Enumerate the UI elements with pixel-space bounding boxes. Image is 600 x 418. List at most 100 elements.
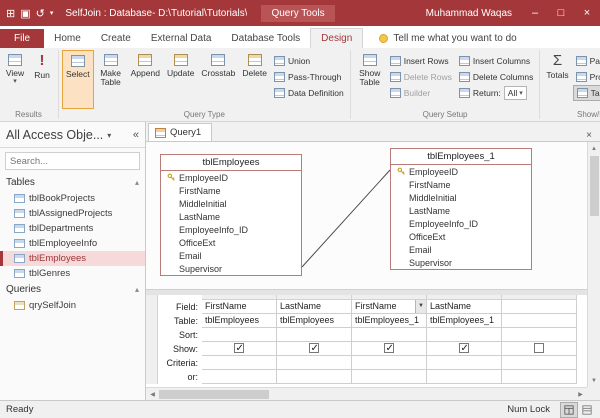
criteria-cell[interactable] (502, 356, 577, 370)
field-cell-active[interactable]: FirstName▼ (352, 300, 427, 314)
minimize-button[interactable]: – (522, 0, 548, 26)
field-row[interactable]: MiddleInitial (391, 191, 531, 204)
insert-columns-button[interactable]: Insert Columns (456, 53, 536, 69)
show-checkbox[interactable] (309, 343, 319, 353)
nav-section-queries[interactable]: Queries ▴ (0, 281, 145, 298)
or-cell[interactable] (202, 370, 277, 384)
make-table-button[interactable]: Make Table (95, 50, 127, 109)
show-cell[interactable] (277, 342, 352, 356)
data-definition-button[interactable]: Data Definition (271, 85, 347, 101)
field-dropdown-icon[interactable]: ▼ (415, 300, 426, 313)
sort-cell[interactable] (277, 328, 352, 342)
field-row[interactable]: Email (391, 243, 531, 256)
tab-query1[interactable]: Query1 (148, 123, 212, 141)
append-button[interactable]: Append (128, 50, 163, 109)
app-icon[interactable]: ⊞ (6, 7, 15, 20)
field-cell[interactable]: LastName (277, 300, 352, 314)
table-cell[interactable]: tblEmployees_1 (352, 314, 427, 328)
field-row[interactable]: Email (161, 249, 301, 262)
field-list-tblEmployees[interactable]: tblEmployees EmployeeID FirstName Middle… (160, 154, 302, 276)
horizontal-scrollbar[interactable]: ◀ ▶ (146, 387, 587, 400)
tab-file[interactable]: File (0, 29, 44, 48)
delete-button[interactable]: Delete (239, 50, 270, 109)
field-row[interactable]: MiddleInitial (161, 197, 301, 210)
sidebar-item-tblDepartments[interactable]: tblDepartments (0, 221, 145, 236)
show-cell[interactable] (502, 342, 577, 356)
show-checkbox[interactable] (459, 343, 469, 353)
field-row[interactable]: FirstName (391, 178, 531, 191)
sort-cell[interactable] (427, 328, 502, 342)
datasheet-view-icon[interactable] (578, 402, 596, 418)
nav-pane-header[interactable]: All Access Obje... ▾ « (0, 122, 145, 148)
sidebar-item-qrySelfJoin[interactable]: qrySelfJoin (0, 298, 145, 313)
vertical-scrollbar[interactable]: ▲ ▼ (587, 142, 600, 387)
vertical-scroll-thumb[interactable] (590, 156, 599, 216)
sidebar-item-tblBookProjects[interactable]: tblBookProjects (0, 191, 145, 206)
tab-create[interactable]: Create (91, 29, 141, 48)
field-cell[interactable]: FirstName (202, 300, 277, 314)
union-button[interactable]: Union (271, 53, 347, 69)
return-dropdown[interactable]: All ▾ (504, 86, 527, 100)
tab-home[interactable]: Home (44, 29, 91, 48)
document-close-icon[interactable]: × (578, 130, 600, 141)
criteria-cell[interactable] (202, 356, 277, 370)
field-row[interactable]: EmployeeID (161, 171, 301, 184)
field-row[interactable]: Supervisor (391, 256, 531, 269)
field-cell[interactable] (502, 300, 577, 314)
field-list-tblEmployees_1[interactable]: tblEmployees_1 EmployeeID FirstName Midd… (390, 148, 532, 270)
table-cell[interactable]: tblEmployees (277, 314, 352, 328)
or-cell[interactable] (277, 370, 352, 384)
sort-cell[interactable] (352, 328, 427, 342)
field-row[interactable]: LastName (161, 210, 301, 223)
shutter-bar-icon[interactable]: « (133, 129, 139, 141)
pass-through-button[interactable]: Pass-Through (271, 69, 347, 85)
property-sheet-button[interactable]: Property Sheet (573, 69, 600, 85)
delete-columns-button[interactable]: Delete Columns (456, 69, 536, 85)
field-row[interactable]: LastName (391, 204, 531, 217)
delete-rows-button[interactable]: Delete Rows (387, 69, 455, 85)
table-cell[interactable]: tblEmployees (202, 314, 277, 328)
scroll-up-icon[interactable]: ▲ (588, 142, 600, 155)
tab-external-data[interactable]: External Data (141, 29, 222, 48)
criteria-cell[interactable] (352, 356, 427, 370)
undo-icon[interactable]: ↺ (36, 7, 45, 20)
close-button[interactable]: × (574, 0, 600, 26)
field-row[interactable]: FirstName (161, 184, 301, 197)
show-checkbox[interactable] (534, 343, 544, 353)
or-cell[interactable] (502, 370, 577, 384)
save-icon[interactable]: ▣ (20, 7, 30, 20)
maximize-button[interactable]: □ (548, 0, 574, 26)
table-cell[interactable] (502, 314, 577, 328)
scroll-down-icon[interactable]: ▼ (588, 374, 600, 387)
view-button[interactable]: View ▾ (2, 50, 28, 109)
run-button[interactable]: ! Run (29, 50, 55, 109)
show-table-button[interactable]: Show Table (354, 50, 386, 109)
table-names-button[interactable]: Table Names (573, 85, 600, 101)
update-button[interactable]: Update (164, 50, 197, 109)
field-row[interactable]: EmployeeID (391, 165, 531, 178)
field-cell[interactable]: LastName (427, 300, 502, 314)
design-view-icon[interactable] (560, 402, 578, 418)
criteria-cell[interactable] (427, 356, 502, 370)
sort-cell[interactable] (502, 328, 577, 342)
criteria-cell[interactable] (277, 356, 352, 370)
scroll-right-icon[interactable]: ▶ (574, 391, 587, 398)
select-button[interactable]: Select (62, 50, 94, 109)
show-checkbox[interactable] (384, 343, 394, 353)
field-row[interactable]: OfficeExt (161, 236, 301, 249)
table-cell[interactable]: tblEmployees_1 (427, 314, 502, 328)
field-row[interactable]: EmployeeInfo_ID (161, 223, 301, 236)
or-cell[interactable] (352, 370, 427, 384)
totals-button[interactable]: Σ Totals (543, 50, 571, 109)
insert-rows-button[interactable]: Insert Rows (387, 53, 455, 69)
parameters-button[interactable]: Parameters (573, 53, 600, 69)
scroll-left-icon[interactable]: ◀ (146, 391, 159, 398)
show-cell[interactable] (352, 342, 427, 356)
sort-cell[interactable] (202, 328, 277, 342)
tab-design[interactable]: Design (310, 28, 363, 48)
sidebar-item-tblGenres[interactable]: tblGenres (0, 266, 145, 281)
crosstab-button[interactable]: Crosstab (198, 50, 238, 109)
show-cell[interactable] (202, 342, 277, 356)
show-checkbox[interactable] (234, 343, 244, 353)
search-input[interactable] (10, 156, 142, 167)
